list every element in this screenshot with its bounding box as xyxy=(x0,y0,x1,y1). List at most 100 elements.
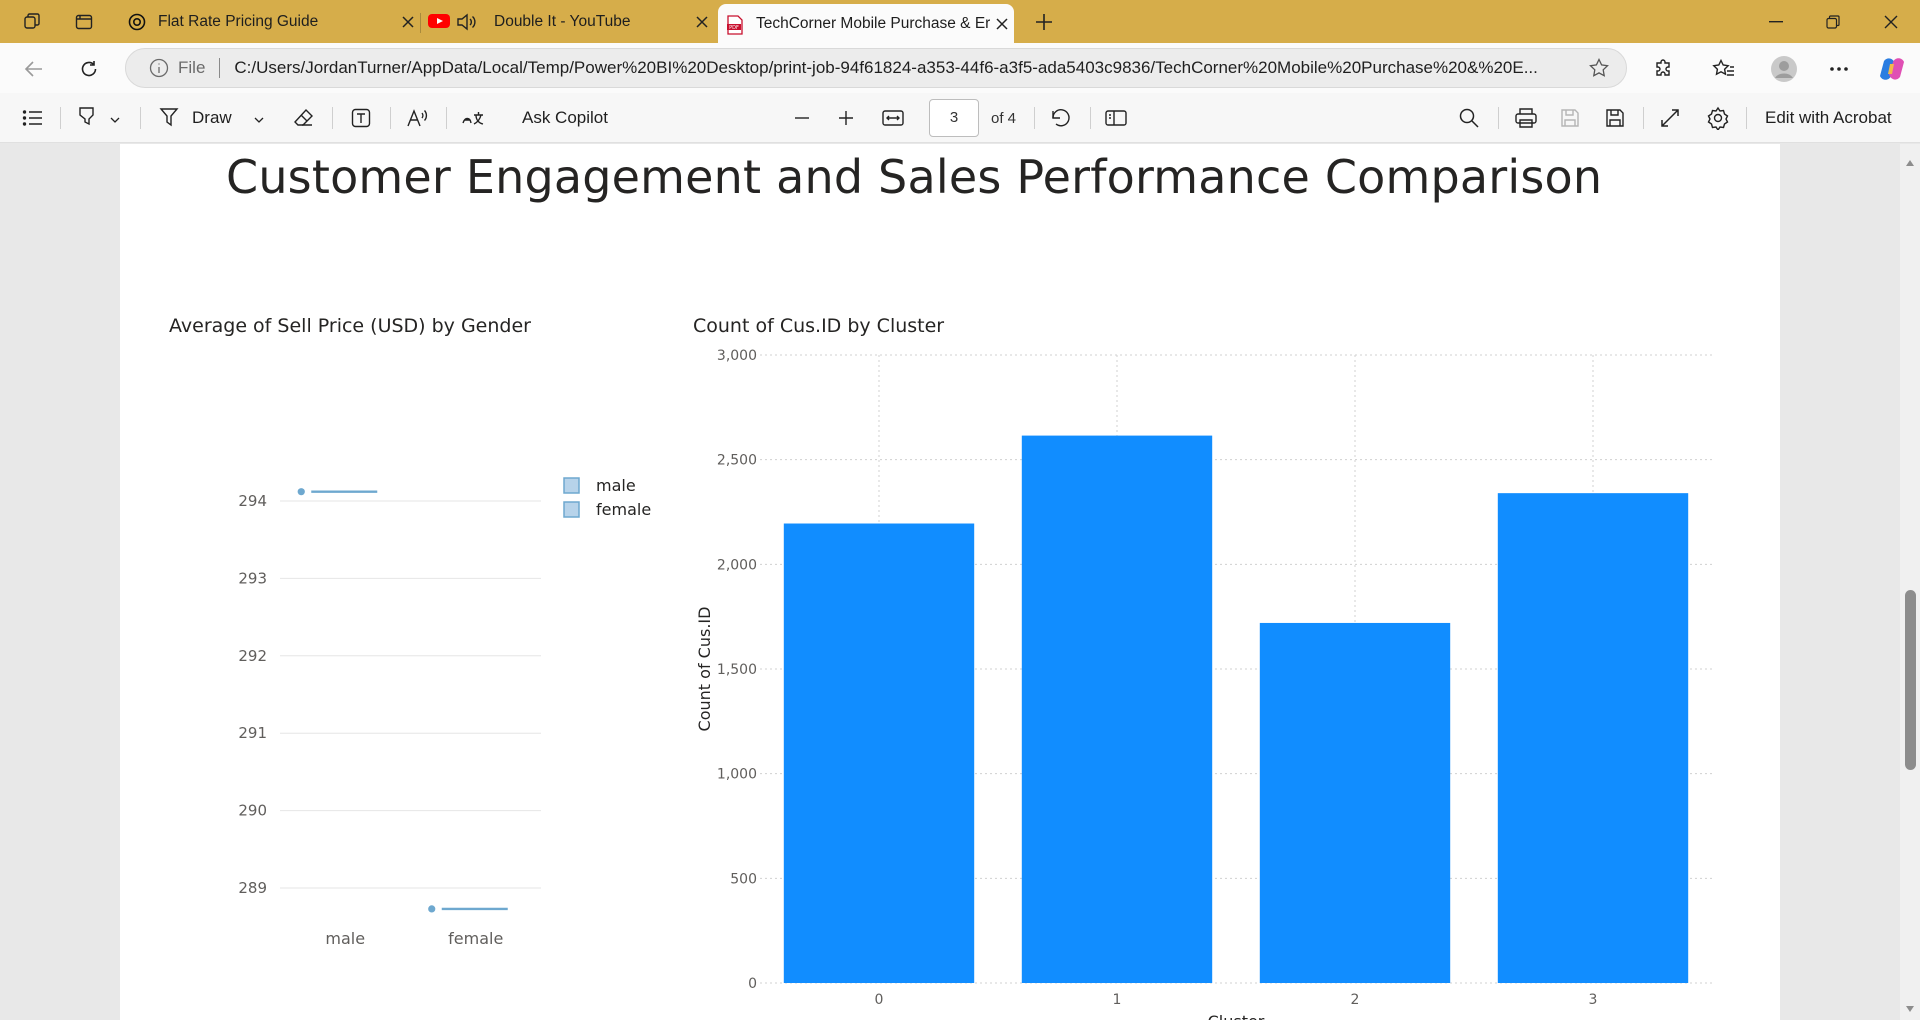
legend-swatch-male xyxy=(563,477,580,494)
toolbar-divider xyxy=(60,107,61,129)
bar-cluster-2 xyxy=(1259,622,1451,983)
save-icon[interactable] xyxy=(1559,104,1581,132)
toolbar-divider xyxy=(140,107,141,129)
toolbar-divider xyxy=(1643,107,1644,129)
more-options-icon[interactable] xyxy=(1825,55,1853,83)
x-axis-label: Cluster xyxy=(1208,1012,1265,1020)
y-tick-label: 1,500 xyxy=(717,662,757,678)
refresh-icon[interactable] xyxy=(75,55,103,83)
tab-flat-rate-pricing[interactable]: Flat Rate Pricing Guide xyxy=(120,4,420,40)
draw-label: Draw xyxy=(192,108,232,127)
y-tick-label: 500 xyxy=(730,871,757,887)
tab-divider xyxy=(420,13,421,33)
chevron-down-icon[interactable] xyxy=(254,108,264,128)
x-tick-label: female xyxy=(448,929,503,948)
eraser-icon[interactable] xyxy=(293,104,315,132)
close-window-icon[interactable] xyxy=(1868,7,1914,37)
extensions-icon[interactable] xyxy=(1650,55,1678,83)
edit-with-acrobat-label: Edit with Acrobat xyxy=(1765,108,1892,127)
y-tick-label: 292 xyxy=(238,647,267,665)
fit-width-icon[interactable] xyxy=(881,104,905,132)
toolbar-divider xyxy=(1090,107,1091,129)
address-bar: File C:/Users/JordanTurner/AppData/Local… xyxy=(0,43,1920,93)
back-icon[interactable] xyxy=(20,55,48,83)
toolbar-divider xyxy=(446,107,447,129)
close-icon[interactable] xyxy=(396,10,420,34)
zoom-in-icon[interactable] xyxy=(837,104,855,132)
url-field[interactable]: File C:/Users/JordanTurner/AppData/Local… xyxy=(125,48,1627,88)
svg-text:PDF: PDF xyxy=(729,25,739,31)
y-tick-label: 289 xyxy=(238,879,267,897)
y-axis-label: Count of Cus.ID xyxy=(695,607,714,732)
url-text[interactable]: C:/Users/JordanTurner/AppData/Local/Temp… xyxy=(234,58,1574,78)
pdf-icon: PDF xyxy=(726,14,744,35)
save-as-icon[interactable] xyxy=(1604,104,1626,132)
read-aloud-icon[interactable] xyxy=(406,104,430,132)
close-icon[interactable] xyxy=(690,10,714,34)
highlight-button[interactable] xyxy=(76,104,120,132)
pen-icon xyxy=(158,105,180,132)
tab-techcorner-pdf[interactable]: PDF TechCorner Mobile Purchase & Er xyxy=(718,4,1014,43)
tab-actions-icon[interactable] xyxy=(72,10,96,34)
scheme-label: File xyxy=(178,58,206,77)
y-tick-label: 1,000 xyxy=(717,767,757,783)
url-divider xyxy=(219,58,221,78)
tab-double-it-youtube[interactable]: Double It - YouTube xyxy=(424,4,714,40)
ask-copilot-button[interactable]: Ask Copilot xyxy=(522,104,608,132)
workspaces-icon[interactable] xyxy=(20,10,44,34)
minimize-icon[interactable] xyxy=(1753,7,1799,37)
info-icon[interactable] xyxy=(148,57,170,79)
toolbar-divider xyxy=(332,107,333,129)
bar-cluster-0 xyxy=(783,523,975,983)
zoom-out-icon[interactable] xyxy=(793,104,811,132)
translate-icon[interactable] xyxy=(461,104,485,132)
bar-cluster-1 xyxy=(1021,435,1213,983)
rotate-icon[interactable] xyxy=(1049,104,1073,132)
restore-icon[interactable] xyxy=(1810,7,1856,37)
close-icon[interactable] xyxy=(990,12,1014,36)
page-view-icon[interactable] xyxy=(1104,104,1128,132)
edit-with-acrobat-button[interactable]: Edit with Acrobat xyxy=(1765,104,1892,132)
new-tab-icon[interactable] xyxy=(1032,10,1056,34)
profile-avatar[interactable] xyxy=(1770,55,1798,83)
y-tick-label: 291 xyxy=(238,724,267,742)
chevron-down-icon[interactable] xyxy=(110,108,120,128)
legend-swatch-female xyxy=(563,501,580,518)
pdf-viewport: Customer Engagement and Sales Performanc… xyxy=(0,144,1920,1020)
text-box-icon[interactable] xyxy=(350,104,372,132)
draw-button[interactable]: Draw xyxy=(158,104,264,132)
speaker-icon[interactable] xyxy=(456,13,478,31)
x-tick-label: 0 xyxy=(875,992,884,1008)
scroll-thumb[interactable] xyxy=(1905,590,1916,770)
copilot-icon[interactable] xyxy=(1878,55,1906,83)
openai-icon xyxy=(128,13,146,31)
count-by-cluster-chart: 0 500 1,000 1,500 2,000 2,500 3,000 0 1 2 3 Count o… xyxy=(695,348,1712,1020)
contents-list-icon[interactable] xyxy=(22,104,44,132)
y-tick-label: 3,000 xyxy=(717,348,757,364)
legend-label-female: female xyxy=(596,500,651,519)
settings-gear-icon[interactable] xyxy=(1706,104,1730,132)
youtube-icon xyxy=(428,13,450,31)
fullscreen-icon[interactable] xyxy=(1659,104,1681,132)
print-icon[interactable] xyxy=(1514,104,1538,132)
tab-title: TechCorner Mobile Purchase & Er xyxy=(756,14,990,32)
y-tick-label: 0 xyxy=(748,976,757,992)
scroll-down-icon[interactable] xyxy=(1905,1000,1915,1018)
bar-cluster-3 xyxy=(1497,493,1689,983)
favorite-star-icon[interactable] xyxy=(1588,57,1610,79)
legend-label-male: male xyxy=(596,476,636,495)
favorites-icon[interactable] xyxy=(1710,55,1738,83)
search-icon[interactable] xyxy=(1458,104,1480,132)
toolbar-divider xyxy=(1498,107,1499,129)
x-tick-label: 3 xyxy=(1589,992,1598,1008)
scroll-up-icon[interactable] xyxy=(1905,154,1915,172)
sell-price-by-gender-chart: 289 290 291 292 293 294 male female male female xyxy=(238,476,651,948)
x-tick-label: 2 xyxy=(1351,992,1360,1008)
tab-title: Double It - YouTube xyxy=(494,13,631,30)
vertical-scrollbar[interactable] xyxy=(1900,144,1920,1020)
x-tick-label: male xyxy=(325,929,365,948)
highlighter-icon xyxy=(76,105,98,132)
data-point-female xyxy=(428,905,436,913)
page-number-input[interactable]: 3 xyxy=(929,99,979,137)
y-tick-label: 293 xyxy=(238,569,267,587)
